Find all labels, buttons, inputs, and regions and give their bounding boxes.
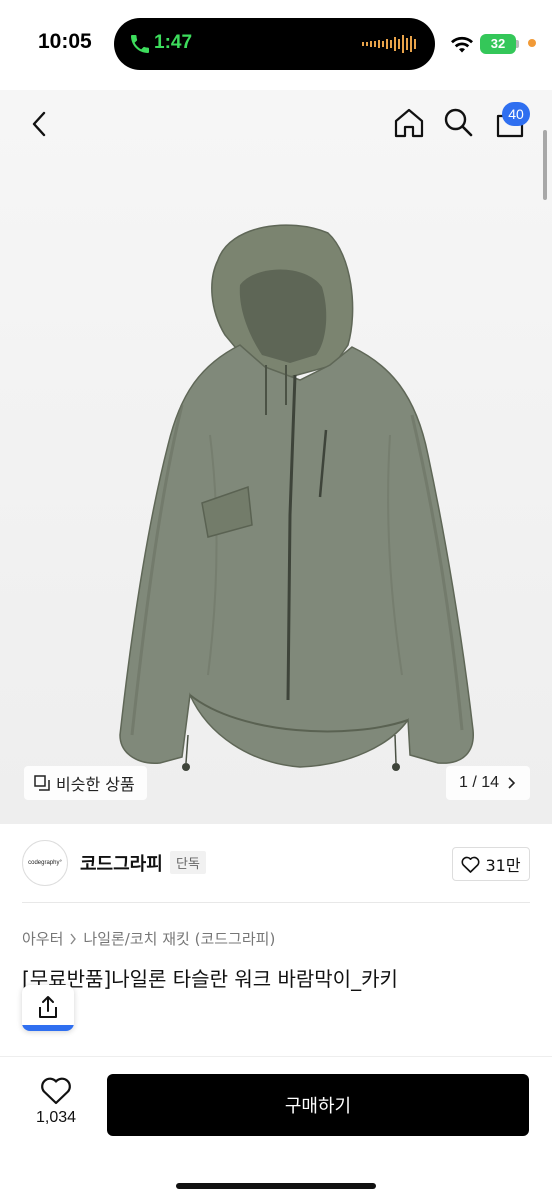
similar-products-label: 비슷한 상품 xyxy=(56,775,135,794)
heart-icon[interactable] xyxy=(40,1075,72,1105)
home-indicator[interactable] xyxy=(176,1183,376,1189)
share-icon xyxy=(39,996,57,1018)
brand-row: codegraphy° 코드그라피 단독 31만 xyxy=(0,824,552,904)
search-icon[interactable] xyxy=(442,106,474,138)
home-icon[interactable] xyxy=(392,106,426,140)
divider xyxy=(22,902,530,903)
brand-logo[interactable]: codegraphy° xyxy=(22,840,68,886)
phone-icon xyxy=(131,35,149,53)
bottom-action-bar: 1,034 구매하기 xyxy=(0,1056,552,1200)
brand-name[interactable]: 코드그라피 xyxy=(80,850,163,876)
breadcrumb: 아우터 나일론/코치 재킷 (코드그라피) xyxy=(22,928,275,949)
image-counter[interactable]: 1 / 14 xyxy=(446,766,530,800)
chevron-right-icon xyxy=(508,777,516,789)
battery-level: 32 xyxy=(490,36,506,51)
chevron-right-icon xyxy=(70,933,77,944)
wishlist-count: 1,034 xyxy=(35,1109,77,1126)
call-duration: 1:47 xyxy=(154,32,193,53)
battery-cap xyxy=(516,40,519,48)
dynamic-island[interactable]: 1:47 xyxy=(114,18,435,70)
brand-like-count: 31만 xyxy=(485,856,521,875)
share-button[interactable] xyxy=(22,985,74,1031)
similar-products-button[interactable]: 비슷한 상품 xyxy=(24,766,147,800)
share-button-accent xyxy=(22,1025,74,1031)
exclusive-badge: 단독 xyxy=(170,851,206,874)
breadcrumb-item[interactable]: 나일론/코치 재킷 (코드그라피) xyxy=(83,928,275,949)
wifi-icon xyxy=(451,36,473,53)
status-bar: 10:05 1:47 32 xyxy=(0,0,552,90)
cart-count-badge: 40 xyxy=(502,102,530,126)
stack-icon xyxy=(34,775,50,791)
image-counter-text: 1 / 14 xyxy=(458,774,500,791)
status-time: 10:05 xyxy=(38,30,92,53)
battery-indicator: 32 xyxy=(480,34,516,54)
buy-button[interactable]: 구매하기 xyxy=(107,1074,529,1136)
product-title: [무료반품]나일론 타슬란 워크 바람막이_카키 xyxy=(22,967,398,991)
product-image[interactable] xyxy=(90,215,505,780)
product-gallery[interactable]: 40 비슷한 상품 1 / 14 xyxy=(0,90,552,824)
brand-like-button[interactable]: 31만 xyxy=(452,847,530,881)
heart-icon xyxy=(461,856,480,873)
brand-logo-text: codegraphy° xyxy=(28,860,62,866)
back-icon[interactable] xyxy=(24,108,56,140)
privacy-indicator-dot xyxy=(528,39,536,47)
audio-waveform-icon xyxy=(362,35,416,53)
scrollbar[interactable] xyxy=(543,130,547,200)
breadcrumb-item[interactable]: 아우터 xyxy=(22,928,63,949)
